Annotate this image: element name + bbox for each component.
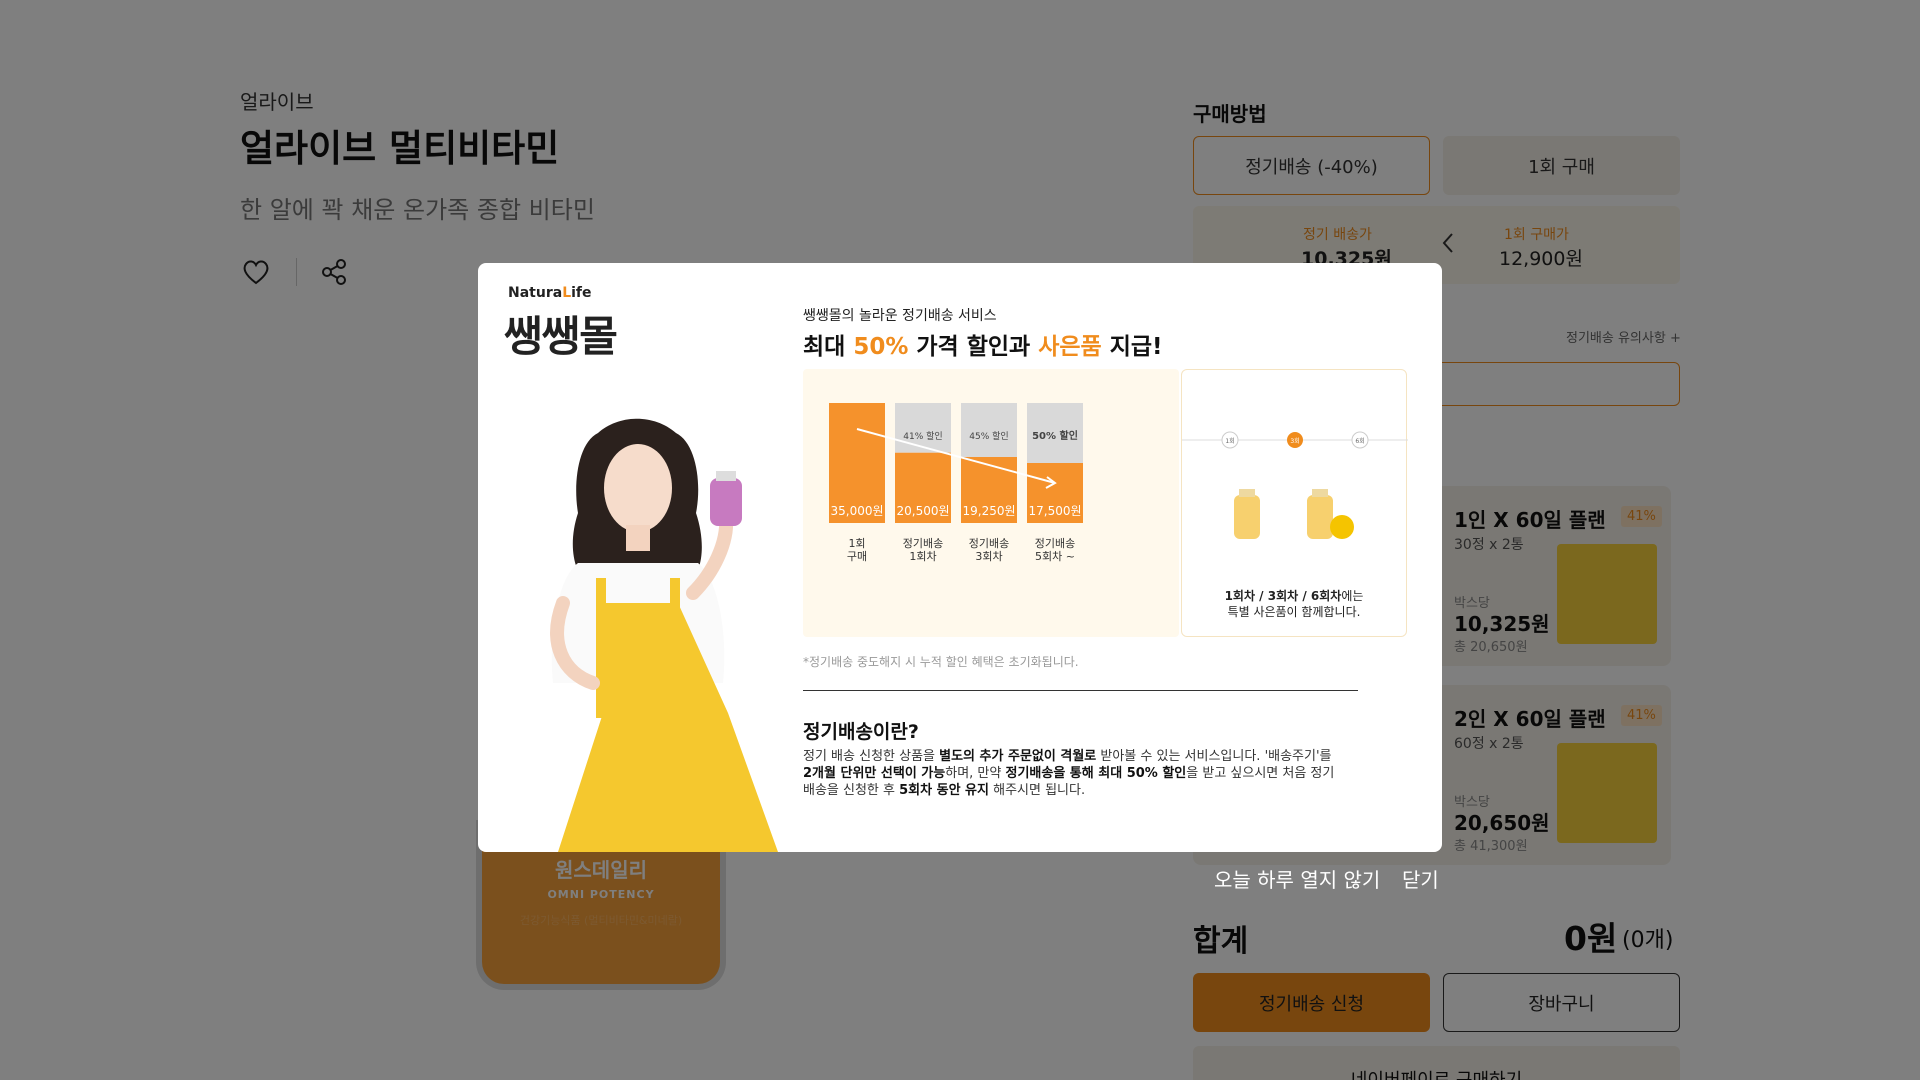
- category-label: 정기배송: [969, 537, 1009, 550]
- gift-info-card: ✚ 1회 3회 6회 1회차 / 3회차 / 6회차에는 특별 사은품이 함께합…: [1181, 369, 1408, 637]
- category-label: 구매: [847, 550, 867, 563]
- bar-discount-label: 45% 할인: [969, 431, 1008, 442]
- subscription-explain-title: 정기배송이란?: [803, 721, 919, 743]
- subscription-promo-modal: NaturaLife 쌩쌩몰 쌩쌩몰의 놀라운 정기배송 서비스 최대 50% …: [478, 263, 1442, 852]
- explain-run: 해주시면 됩니다.: [988, 783, 1086, 798]
- logo-text-accent: L: [562, 285, 572, 301]
- headline-part: 가격 할인과: [908, 334, 1039, 360]
- explain-emphasis: 5회차 동안 유지: [899, 783, 989, 798]
- modal-headline: 최대 50% 가격 할인과 사은품 지급!: [803, 327, 1163, 361]
- headline-highlight: 사은품: [1038, 334, 1102, 360]
- explain-emphasis: 별도의 추가 주문없이 격월로: [939, 749, 1097, 764]
- modal-divider: [803, 690, 1358, 691]
- bar-value-label: 20,500원: [896, 504, 949, 518]
- explain-run: 정기 배송 신청한 상품을: [803, 749, 940, 764]
- gift-step-label: 3회: [1290, 437, 1299, 445]
- discount-chart: 35,000원 1회 구매 20,500원 41% 할인 정기배송 1회차 19,250원 45…: [803, 369, 1179, 637]
- bar-remainder: [961, 403, 1017, 457]
- bar-remainder: [895, 403, 951, 453]
- close-modal-button[interactable]: 닫기: [1402, 864, 1439, 893]
- gift-line2: 특별 사은품이 함께합니다.: [1227, 605, 1361, 619]
- logo-text-b: ife: [571, 285, 592, 301]
- bar-value-label: 35,000원: [830, 504, 883, 518]
- headline-part: 지급!: [1101, 334, 1163, 360]
- gift-step-label: 6회: [1355, 437, 1364, 445]
- mall-logo: 쌩쌩몰: [504, 312, 618, 361]
- explain-emphasis: 정기배송을 통해 최대 50% 할인: [1005, 766, 1187, 781]
- dont-show-today-button[interactable]: 오늘 하루 열지 않기: [1214, 864, 1380, 893]
- bar-value-label: 17,500원: [1028, 504, 1081, 518]
- category-label: 5회차 ~: [1035, 550, 1075, 563]
- headline-part: 최대: [803, 334, 854, 360]
- bar-value-label: 19,250원: [962, 504, 1015, 518]
- explain-run: 하며, 만약: [945, 766, 1006, 781]
- gift-description: 1회차 / 3회차 / 6회차에는 특별 사은품이 함께합니다.: [1182, 588, 1406, 620]
- bar-discount-label: 41% 할인: [903, 431, 942, 442]
- bar-discount-label: 50% 할인: [1032, 429, 1078, 442]
- subscription-explain-text: 정기 배송 신청한 상품을 별도의 추가 주문없이 격월로 받아볼 수 있는 서…: [803, 748, 1343, 799]
- gift-step-label: 1회: [1225, 437, 1234, 445]
- category-label: 정기배송: [903, 537, 943, 550]
- explain-run: 받아볼 수 있는 서비스입니다. '배송주기'를: [1096, 749, 1332, 764]
- gift-suffix: 에는: [1341, 589, 1364, 603]
- logo-text-a: Natura: [508, 285, 563, 301]
- naturalife-logo: NaturaLife: [508, 285, 592, 301]
- gift-rounds: 1회차 / 3회차 / 6회차: [1224, 589, 1342, 603]
- trend-arrow: [856, 428, 1056, 484]
- model-photo: [478, 403, 798, 852]
- category-label: 1회차: [909, 550, 936, 563]
- explain-emphasis: 2개월 단위만 선택이 가능: [803, 766, 946, 781]
- category-label: 1회: [848, 537, 865, 550]
- modal-footnote: *정기배송 중도해지 시 누적 할인 혜택은 초기화됩니다.: [803, 655, 1079, 669]
- modal-kicker: 쌩쌩몰의 놀라운 정기배송 서비스: [803, 308, 997, 324]
- category-label: 정기배송: [1035, 537, 1075, 550]
- category-label: 3회차: [975, 550, 1002, 563]
- headline-highlight: 50%: [853, 334, 909, 360]
